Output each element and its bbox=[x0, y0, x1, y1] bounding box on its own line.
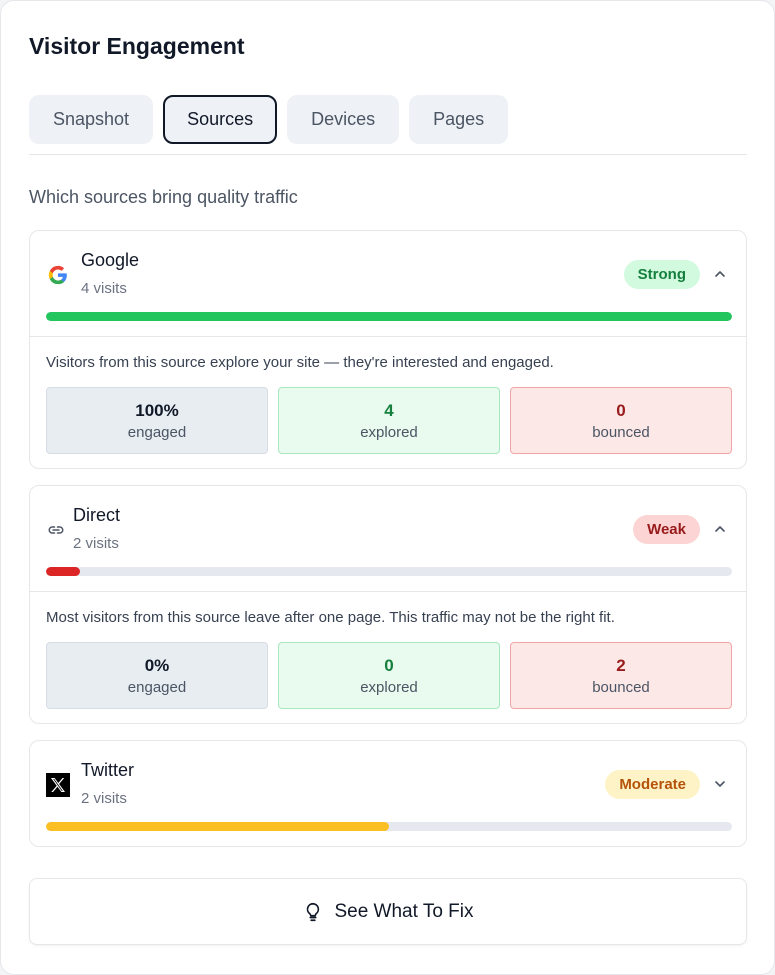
source-visits: 4 visits bbox=[81, 280, 127, 297]
chevron-down-icon[interactable] bbox=[712, 776, 728, 792]
source-name: Google bbox=[81, 250, 140, 270]
stat-bounced: 0 bounced bbox=[510, 387, 732, 454]
tab-snapshot[interactable]: Snapshot bbox=[29, 95, 154, 144]
see-what-to-fix-label: See What To Fix bbox=[334, 900, 474, 922]
stat-label: bounced bbox=[592, 678, 650, 696]
tab-devices[interactable]: Devices bbox=[287, 95, 400, 144]
engagement-bar-fill bbox=[46, 312, 732, 321]
tab-divider bbox=[29, 154, 747, 155]
visitor-engagement-panel: Visitor Engagement Snapshot Sources Devi… bbox=[0, 0, 775, 975]
status-badge: Weak bbox=[633, 515, 700, 544]
status-badge: Strong bbox=[623, 260, 700, 289]
see-what-to-fix-button[interactable]: See What To Fix bbox=[29, 878, 747, 945]
stat-value: 0% bbox=[144, 655, 170, 675]
stat-explored: 0 explored bbox=[278, 642, 500, 709]
lightbulb-icon bbox=[307, 902, 320, 921]
stat-value: 100% bbox=[135, 400, 179, 420]
section-subtitle: Which sources bring quality traffic bbox=[29, 187, 298, 207]
source-name: Direct bbox=[73, 505, 121, 525]
status-badge: Moderate bbox=[605, 770, 700, 799]
source-card-twitter: Twitter 2 visits Moderate bbox=[29, 740, 747, 847]
source-card-header[interactable]: Google 4 visits Strong bbox=[30, 231, 746, 336]
stat-value: 0 bbox=[384, 655, 394, 675]
source-description: Most visitors from this source leave aft… bbox=[46, 609, 615, 626]
chevron-up-icon[interactable] bbox=[712, 266, 728, 282]
stat-value: 4 bbox=[384, 400, 394, 420]
stat-bounced: 2 bounced bbox=[510, 642, 732, 709]
stat-label: explored bbox=[360, 423, 418, 441]
tab-bar: Snapshot Sources Devices Pages bbox=[29, 95, 509, 144]
stat-engaged: 0% engaged bbox=[46, 642, 268, 709]
stat-label: engaged bbox=[127, 678, 187, 696]
stat-label: engaged bbox=[127, 423, 187, 441]
source-card-header[interactable]: Direct 2 visits Weak bbox=[30, 486, 746, 591]
engagement-bar-fill bbox=[46, 567, 81, 576]
stat-engaged: 100% engaged bbox=[46, 387, 268, 454]
chevron-up-icon[interactable] bbox=[712, 521, 728, 537]
engagement-bar bbox=[46, 567, 732, 576]
stat-value: 2 bbox=[616, 655, 626, 675]
source-name: Twitter bbox=[81, 760, 135, 780]
source-card-header[interactable]: Twitter 2 visits Moderate bbox=[30, 741, 746, 846]
stat-value: 0 bbox=[616, 400, 626, 420]
x-logo-icon bbox=[46, 773, 70, 797]
engagement-bar bbox=[46, 822, 732, 831]
stat-explored: 4 explored bbox=[278, 387, 500, 454]
stat-label: explored bbox=[360, 678, 418, 696]
source-visits: 2 visits bbox=[81, 790, 127, 807]
engagement-bar-fill bbox=[46, 822, 389, 831]
source-card-details: Visitors from this source explore your s… bbox=[30, 336, 746, 468]
link-icon bbox=[44, 518, 68, 542]
source-description: Visitors from this source explore your s… bbox=[46, 354, 554, 371]
tab-sources[interactable]: Sources bbox=[163, 95, 278, 144]
stats-row: 0% engaged 0 explored 2 bounced bbox=[46, 642, 732, 709]
stats-row: 100% engaged 4 explored 0 bounced bbox=[46, 387, 732, 454]
tab-pages[interactable]: Pages bbox=[409, 95, 509, 144]
google-icon bbox=[46, 263, 70, 287]
page-title: Visitor Engagement bbox=[29, 33, 245, 59]
source-card-google: Google 4 visits Strong Visitors from thi… bbox=[29, 230, 747, 469]
engagement-bar bbox=[46, 312, 732, 321]
source-visits: 2 visits bbox=[73, 535, 119, 552]
stat-label: bounced bbox=[592, 423, 650, 441]
source-card-details: Most visitors from this source leave aft… bbox=[30, 591, 746, 723]
source-card-direct: Direct 2 visits Weak Most visitors from … bbox=[29, 485, 747, 724]
